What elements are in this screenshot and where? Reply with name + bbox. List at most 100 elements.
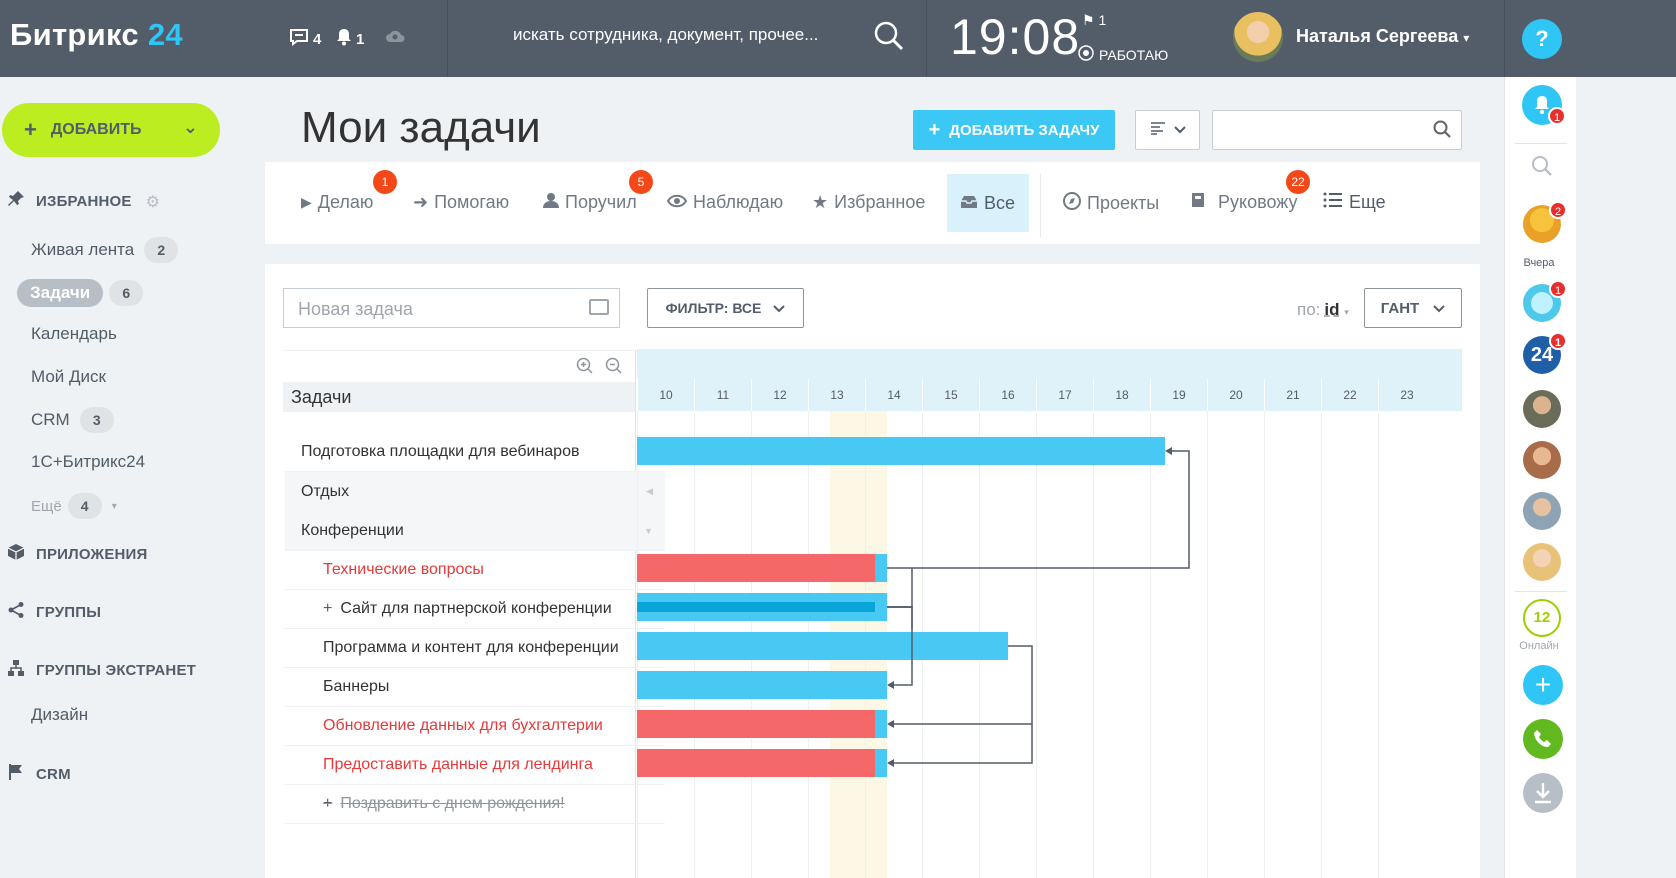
call-button[interactable] bbox=[1523, 719, 1563, 759]
chat-avatar[interactable]: 2 bbox=[1523, 201, 1567, 243]
contact-avatar[interactable] bbox=[1523, 441, 1561, 479]
tab-label: Руковожу bbox=[1218, 192, 1298, 212]
clock[interactable]: 19:08 bbox=[950, 8, 1080, 66]
sidebar-item-label: CRM bbox=[31, 410, 70, 429]
book-icon bbox=[1190, 192, 1206, 213]
task-row[interactable]: Предоставить данные для лендинга bbox=[285, 745, 665, 785]
tab-assigned[interactable]: Поручил 5 bbox=[543, 170, 653, 213]
extranet-section[interactable]: ГРУППЫ ЭКСТРАНЕТ bbox=[6, 659, 196, 682]
sidebar-item-tasks[interactable]: Задачи 6 bbox=[17, 279, 144, 307]
online-counter[interactable]: 12 bbox=[1523, 599, 1561, 637]
sort-control[interactable]: по: id ▾ bbox=[1297, 300, 1349, 320]
work-status[interactable]: РАБОТАЮ bbox=[1078, 45, 1168, 64]
favorites-section[interactable]: ИЗБРАННОЕ ⚙ bbox=[6, 190, 160, 213]
sidebar-item-count: 3 bbox=[79, 407, 114, 433]
task-row[interactable]: Конференции ▼ bbox=[285, 511, 665, 551]
status-icon bbox=[1078, 45, 1094, 64]
user-menu[interactable]: Наталья Сергеева ▾ bbox=[1296, 26, 1469, 47]
task-row[interactable]: + Сайт для партнерской конференции bbox=[285, 589, 665, 629]
task-row[interactable]: Отдых ◀ bbox=[285, 472, 665, 512]
messages-count: 4 bbox=[313, 30, 322, 48]
favorites-label: ИЗБРАННОЕ bbox=[36, 193, 132, 210]
play-icon: ▶ bbox=[301, 194, 312, 210]
tab-more[interactable]: Еще bbox=[1323, 192, 1386, 213]
bitrix24-chat-avatar[interactable]: 24 1 bbox=[1523, 332, 1567, 374]
global-search-input[interactable]: искать сотрудника, документ, прочее... bbox=[513, 25, 818, 45]
add-button[interactable]: + ДОБАВИТЬ ⌄ bbox=[2, 103, 220, 157]
tab-all[interactable]: Все bbox=[947, 174, 1029, 232]
logo[interactable]: Битрикс 24 bbox=[10, 17, 183, 53]
task-title: Обновление данных для бухгалтерии bbox=[323, 716, 603, 734]
tab-label: Делаю bbox=[317, 192, 374, 212]
expand-icon[interactable]: + bbox=[323, 600, 332, 618]
notifications-panel-button[interactable]: 1 bbox=[1522, 85, 1566, 125]
add-task-button[interactable]: + ДОБАВИТЬ ЗАДАЧУ bbox=[913, 110, 1115, 150]
tasks-search-input[interactable] bbox=[1212, 110, 1462, 150]
user-avatar[interactable] bbox=[1233, 12, 1283, 62]
caret-down-icon: ▾ bbox=[1344, 307, 1349, 317]
sidebar-item-calendar[interactable]: Календарь bbox=[31, 324, 117, 344]
tab-projects[interactable]: Проекты bbox=[1063, 192, 1159, 215]
tab-managing[interactable]: Руковожу 22 bbox=[1190, 170, 1310, 213]
zoom-in-icon[interactable] bbox=[576, 357, 593, 379]
help-button[interactable]: ? bbox=[1522, 19, 1562, 59]
filter-button[interactable]: ФИЛЬТР: ВСЕ bbox=[647, 288, 804, 328]
view-mode-button[interactable] bbox=[1135, 110, 1200, 150]
task-row[interactable]: Программа и контент для конференции bbox=[285, 628, 665, 668]
notifications-button[interactable]: 1 bbox=[336, 28, 364, 50]
chat-badge: 1 bbox=[1549, 332, 1567, 350]
messages-button[interactable]: 4 bbox=[289, 28, 321, 50]
contact-avatar[interactable] bbox=[1523, 492, 1561, 530]
user-icon bbox=[543, 192, 559, 213]
tab-favorites[interactable]: ★ Избранное bbox=[812, 192, 925, 213]
sidebar-item-design[interactable]: Дизайн bbox=[31, 705, 88, 725]
search-icon[interactable] bbox=[1531, 155, 1553, 182]
view-select[interactable]: ГАНТ bbox=[1364, 288, 1462, 328]
gear-icon[interactable]: ⚙ bbox=[146, 192, 161, 212]
sidebar-item-disk[interactable]: Мой Диск bbox=[31, 367, 106, 387]
task-row[interactable]: Подготовка площадки для вебинаров bbox=[285, 432, 665, 472]
tab-watching[interactable]: Наблюдаю bbox=[666, 192, 783, 213]
task-row[interactable]: Технические вопросы bbox=[285, 550, 665, 590]
groups-section[interactable]: ГРУППЫ bbox=[6, 601, 101, 624]
contact-avatar[interactable] bbox=[1523, 390, 1561, 428]
download-button[interactable] bbox=[1523, 773, 1563, 813]
new-task-input[interactable]: Новая задача bbox=[283, 288, 620, 328]
tasks-column-header: Задачи bbox=[283, 382, 635, 412]
sidebar-item-crm[interactable]: CRM 3 bbox=[31, 407, 114, 433]
task-row[interactable]: Баннеры bbox=[285, 667, 665, 707]
apps-section[interactable]: ПРИЛОЖЕНИЯ bbox=[6, 543, 148, 566]
eye-icon bbox=[666, 192, 688, 213]
sidebar-item-1c[interactable]: 1С+Битрикс24 bbox=[31, 452, 145, 472]
tab-helping[interactable]: ➜ Помогаю bbox=[413, 192, 509, 213]
tab-doing[interactable]: ▶ Делаю 1 bbox=[301, 170, 397, 213]
task-title: Сайт для партнерской конференции bbox=[340, 599, 612, 617]
yesterday-label: Вчера bbox=[1523, 257, 1555, 269]
new-chat-button[interactable]: + bbox=[1523, 665, 1563, 705]
search-icon[interactable] bbox=[1433, 120, 1451, 143]
chevron-down-icon: ⌄ bbox=[182, 117, 198, 137]
box-icon bbox=[6, 543, 26, 566]
cloud-icon[interactable] bbox=[384, 28, 406, 44]
crm-section[interactable]: CRM bbox=[6, 763, 71, 786]
task-title: Баннеры bbox=[323, 677, 390, 695]
chat-avatar[interactable]: 1 bbox=[1523, 280, 1567, 322]
sidebar-item-count: 4 bbox=[67, 493, 102, 519]
chat-icon bbox=[289, 28, 309, 50]
download-icon bbox=[1534, 782, 1552, 809]
chat-badge: 1 bbox=[1549, 280, 1567, 298]
contact-avatar[interactable] bbox=[1523, 543, 1561, 581]
sidebar-item-feed[interactable]: Живая лента 2 bbox=[31, 237, 179, 263]
share-icon bbox=[6, 601, 26, 624]
form-icon[interactable] bbox=[589, 299, 609, 315]
task-title: Конференции bbox=[301, 521, 404, 539]
flag-icon bbox=[6, 763, 26, 786]
task-row[interactable]: + Поздравить с днем рождения! bbox=[285, 784, 665, 824]
task-row[interactable]: Обновление данных для бухгалтерии bbox=[285, 706, 665, 746]
sidebar-item-more[interactable]: Ещё 4 ▾ bbox=[31, 493, 117, 519]
expand-icon[interactable]: + bbox=[323, 795, 332, 813]
search-icon[interactable] bbox=[874, 21, 904, 56]
tab-label: Еще bbox=[1349, 192, 1386, 212]
flag-counter[interactable]: ⚑ 1 bbox=[1082, 12, 1106, 29]
zoom-out-icon[interactable] bbox=[605, 357, 622, 379]
